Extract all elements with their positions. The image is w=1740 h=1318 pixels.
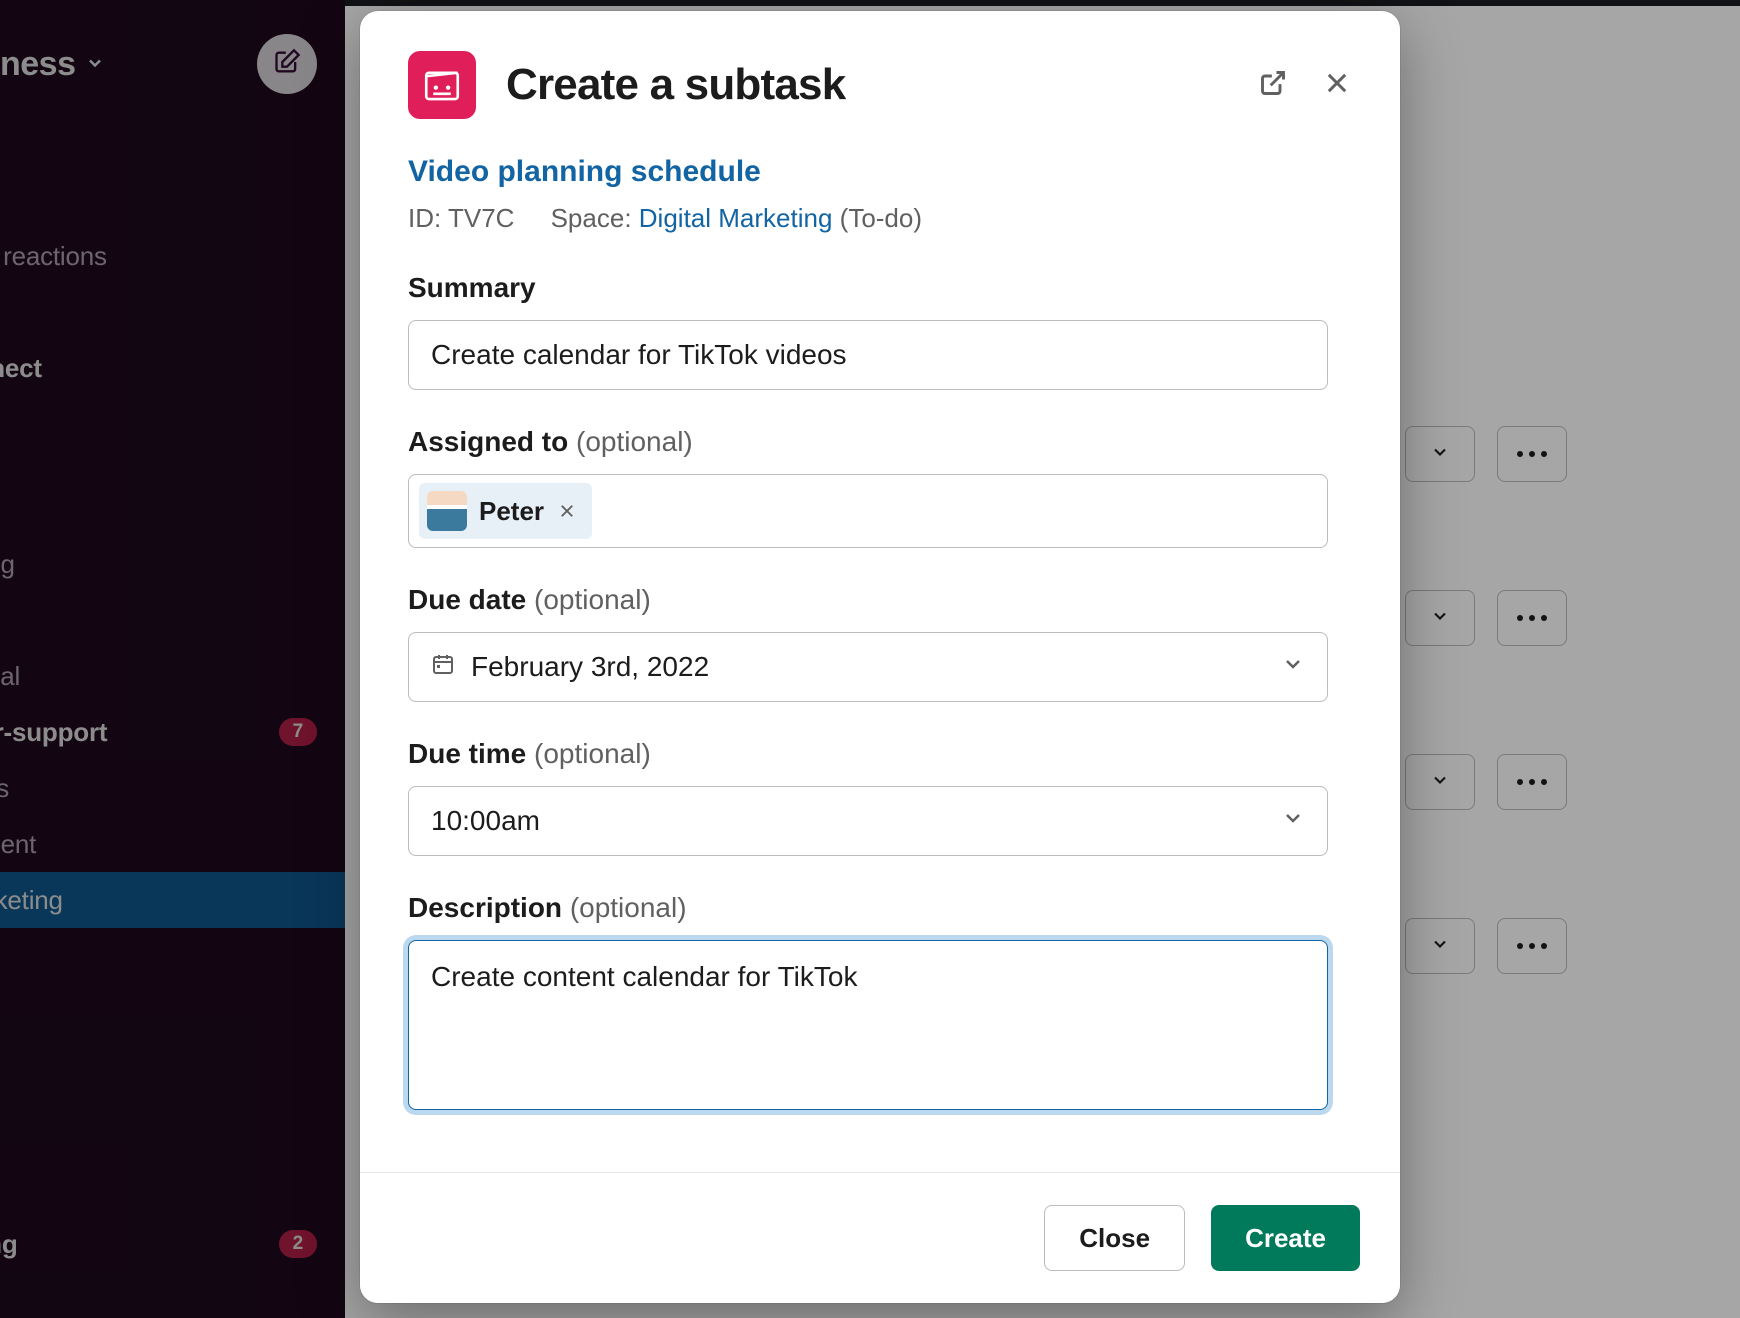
sidebar-item-label: italmarketing [0, 885, 63, 916]
chevron-down-icon [1430, 606, 1450, 631]
chevron-down-icon [85, 53, 105, 79]
sidebar-item[interactable]: velopment [0, 816, 345, 872]
background-more-button[interactable] [1497, 426, 1567, 482]
sidebar-item-label: tions & reactions [0, 241, 107, 272]
due-date-select[interactable]: February 3rd, 2022 [408, 632, 1328, 702]
background-dropdown[interactable] [1405, 590, 1475, 646]
parent-task-link[interactable]: Video planning schedule [408, 155, 761, 189]
description-label: Description (optional) [408, 892, 1352, 924]
sidebar-channels: nels counting dget nfidential stomer-support… [0, 480, 345, 1152]
due-time-select[interactable]: 10:00am [408, 786, 1328, 856]
external-link-icon [1259, 69, 1287, 102]
background-dropdown[interactable] [1405, 754, 1475, 810]
unread-badge: 7 [279, 718, 317, 746]
sidebar-item[interactable]: ents [0, 928, 345, 984]
workspace-name: or Fitness [0, 45, 75, 84]
modal-header: Create a subtask [360, 11, 1400, 133]
sidebar-item-label: k Connect [0, 353, 42, 384]
sidebar-item-label: arketing [0, 1229, 18, 1260]
modal-title: Create a subtask [506, 60, 1228, 110]
sidebar-item[interactable]: ads [0, 116, 345, 172]
close-modal-button[interactable] [1322, 70, 1352, 100]
compose-icon [273, 48, 301, 81]
sidebar-item[interactable]: ox [0, 1040, 345, 1096]
chevron-down-icon [1281, 651, 1305, 683]
assignee-name: Peter [479, 496, 544, 527]
create-subtask-modal: Create a subtask [360, 11, 1400, 1303]
task-meta: ID: TV7C Space: Digital Marketing (To-do… [408, 203, 1352, 234]
unread-badge: 2 [279, 1230, 317, 1258]
space-type: (To-do) [840, 203, 922, 233]
sidebar-item-label: stomer-support [0, 717, 107, 748]
id-label: ID: [408, 203, 441, 233]
workspace-switcher[interactable]: or Fitness [0, 45, 105, 84]
more-icon [1517, 451, 1547, 457]
background-more-button[interactable] [1497, 918, 1567, 974]
assigned-input[interactable]: Peter [408, 474, 1328, 548]
more-icon [1517, 615, 1547, 621]
open-external-button[interactable] [1258, 70, 1288, 100]
background-dropdown[interactable] [1405, 918, 1475, 974]
background-more-button[interactable] [1497, 754, 1567, 810]
space-link[interactable]: Digital Marketing [639, 203, 833, 233]
summary-label: Summary [408, 272, 1352, 304]
sidebar-item[interactable]: d items [0, 284, 345, 340]
sidebar-item-label: nfidential [0, 661, 20, 692]
sidebar-item[interactable]: neral [0, 984, 345, 1040]
avatar [427, 491, 467, 531]
sidebar-item[interactable]: k Connect [0, 340, 345, 396]
sidebar-item-label: stomers [0, 773, 9, 804]
sidebar-item[interactable]: stomers [0, 760, 345, 816]
remove-chip-button[interactable] [556, 500, 578, 522]
sidebar-item[interactable]: Ms [0, 172, 345, 228]
assigned-label: Assigned to (optional) [408, 426, 1352, 458]
close-icon [558, 496, 576, 527]
sidebar: or Fitness adsMs tions & reactions d items… [0, 0, 345, 1318]
space-label: Space: [551, 203, 632, 233]
id-value: TV7C [448, 203, 514, 233]
chevron-down-icon [1430, 934, 1450, 959]
sidebar-nav: adsMs tions & reactions d items k Connect e [0, 116, 345, 452]
sidebar-item[interactable]: arketing 2 [0, 1216, 345, 1272]
due-time-value: 10:00am [431, 805, 540, 837]
more-icon [1517, 943, 1547, 949]
sidebar-item[interactable]: stomer-support 7 [0, 704, 345, 760]
modal-footer: Close Create [360, 1172, 1400, 1303]
sidebar-item[interactable]: tions & reactions [0, 228, 345, 284]
sidebar-item[interactable]: dget [0, 592, 345, 648]
close-button[interactable]: Close [1044, 1205, 1185, 1271]
app-icon [408, 51, 476, 119]
chevron-down-icon [1281, 805, 1305, 837]
compose-button[interactable] [257, 34, 317, 94]
sidebar-item[interactable]: nels [0, 480, 345, 536]
description-input[interactable] [408, 940, 1328, 1110]
calendar-icon [431, 651, 455, 683]
sidebar-item-label: counting [0, 549, 15, 580]
sidebar-item[interactable]: nfidential [0, 648, 345, 704]
background-more-button[interactable] [1497, 590, 1567, 646]
due-date-label: Due date (optional) [408, 584, 1352, 616]
more-icon [1517, 779, 1547, 785]
sidebar-item[interactable]: italmarketing [0, 872, 345, 928]
close-icon [1323, 69, 1351, 102]
summary-input[interactable] [408, 320, 1328, 390]
chevron-down-icon [1430, 770, 1450, 795]
create-button[interactable]: Create [1211, 1205, 1360, 1271]
chevron-down-icon [1430, 442, 1450, 467]
sidebar-item-label: velopment [0, 829, 36, 860]
sidebar-bottom: arketing 2 [0, 1216, 345, 1272]
assignee-chip[interactable]: Peter [419, 483, 592, 539]
due-time-label: Due time (optional) [408, 738, 1352, 770]
modal-body: Video planning schedule ID: TV7C Space: … [360, 133, 1400, 1172]
background-dropdown[interactable] [1405, 426, 1475, 482]
sidebar-item[interactable]: counting [0, 536, 345, 592]
sidebar-item[interactable]: e [0, 396, 345, 452]
sidebar-item[interactable]: use-a [0, 1096, 345, 1152]
due-date-value: February 3rd, 2022 [471, 651, 709, 683]
